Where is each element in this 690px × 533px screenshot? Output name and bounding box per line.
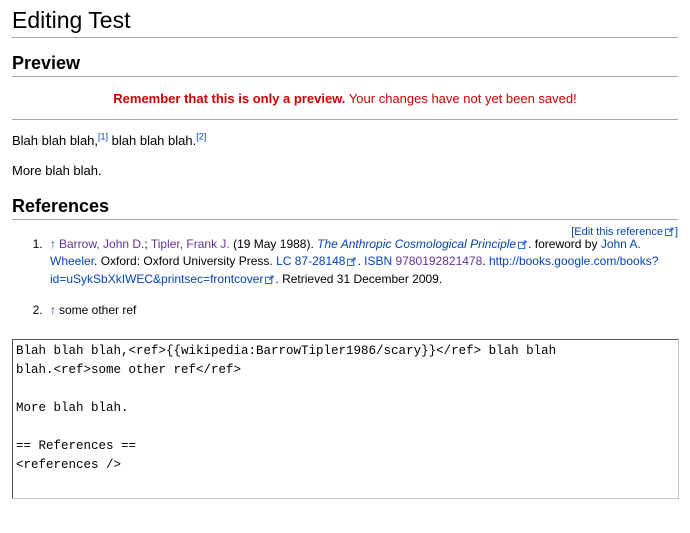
editing-preview-page: Editing Test Preview Remember that this …	[0, 0, 690, 500]
references-list: ↑Barrow, John D.; Tipler, Frank J. (19 M…	[12, 236, 678, 320]
reference-author-2[interactable]: Tipler, Frank J.	[151, 237, 230, 251]
preview-paragraph-1: Blah blah blah,[1] blah blah blah.[2]	[12, 132, 678, 150]
edit-ref-close-bracket: ]	[674, 225, 678, 238]
ref-marker-2[interactable]: [2]	[196, 132, 206, 142]
reference-title-link[interactable]: The Anthropic Cosmological Principle	[317, 237, 516, 251]
page-title: Editing Test	[12, 6, 678, 38]
reference-author-1[interactable]: Barrow, John D.	[59, 237, 144, 251]
preview-warning-rest: Your changes have not yet been saved!	[348, 91, 577, 107]
ref-marker-1-link[interactable]: [1]	[98, 132, 108, 142]
reference-date: (19 May 1988).	[229, 236, 318, 251]
wikitext-editor[interactable]	[12, 339, 679, 500]
references-heading: References	[12, 195, 678, 220]
reference-isbn-end: .	[482, 254, 489, 269]
reference-publisher: . Oxford: Oxford University Press.	[94, 254, 277, 269]
reference-lc-link[interactable]: LC 87-28148	[276, 254, 345, 268]
ref-marker-2-link[interactable]: [2]	[196, 132, 206, 142]
external-link-icon	[265, 275, 275, 284]
preview-warning-bold: Remember that this is only a preview.	[113, 91, 346, 107]
reference-backlink-1[interactable]: ↑	[50, 237, 56, 251]
paragraph-1-text-a: Blah blah blah,	[12, 133, 99, 149]
preview-paragraph-2: More blah blah.	[12, 163, 102, 179]
reference-backlink-2[interactable]: ↑	[50, 303, 56, 317]
reference-item-1: ↑Barrow, John D.; Tipler, Frank J. (19 M…	[46, 236, 678, 288]
reference-retrieved: . Retrieved 31 December 2009.	[275, 271, 443, 286]
ref-marker-1[interactable]: [1]	[98, 132, 108, 142]
reference-item-2: ↑some other ref	[46, 302, 678, 319]
preview-heading: Preview	[12, 52, 678, 78]
reference-isbn-label-link[interactable]: ISBN	[364, 254, 392, 268]
paragraph-1-text-b: blah blah blah.	[108, 133, 197, 149]
external-link-icon	[347, 257, 357, 267]
preview-warning: Remember that this is only a preview. Yo…	[12, 91, 678, 106]
preview-divider	[12, 119, 678, 121]
reference-isbn-value-link[interactable]: 9780192821478	[396, 254, 483, 268]
reference-foreword-text: . foreword by	[528, 236, 601, 251]
external-link-icon	[518, 240, 527, 249]
external-link-icon	[664, 227, 674, 236]
reference-item-2-text: some other ref	[59, 303, 137, 318]
